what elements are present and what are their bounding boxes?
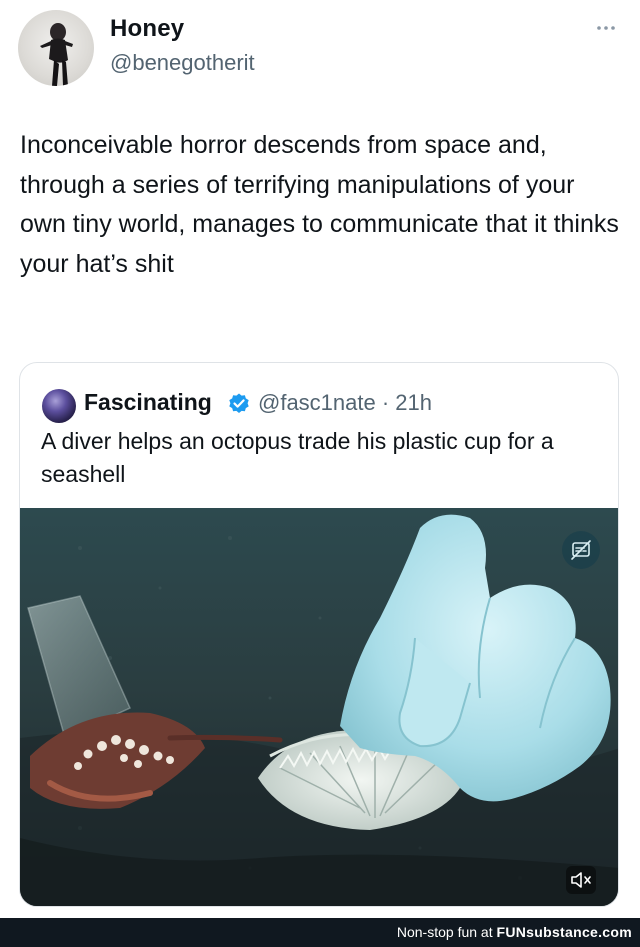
quote-text: A diver helps an octopus trade his plast… bbox=[41, 428, 554, 487]
watermark-bar: Non-stop fun at FUNsubstance.com bbox=[0, 918, 640, 947]
author-handle[interactable]: @benegotherit bbox=[110, 50, 255, 76]
tweet-card: Honey @benegotherit Inconceivable horror… bbox=[0, 0, 640, 918]
verified-icon bbox=[227, 392, 251, 416]
tweet-text: Inconceivable horror descends from space… bbox=[20, 131, 619, 278]
quote-avatar[interactable] bbox=[42, 389, 76, 423]
more-icon[interactable] bbox=[592, 18, 620, 38]
quote-author-name[interactable]: Fascinating bbox=[84, 389, 212, 416]
mute-icon[interactable] bbox=[566, 866, 596, 894]
quoted-tweet[interactable]: Fascinating @fasc1nate · 21h A diver hel… bbox=[19, 362, 619, 907]
author-name[interactable]: Honey bbox=[110, 15, 184, 43]
alt-badge-icon[interactable] bbox=[562, 531, 600, 569]
avatar[interactable] bbox=[18, 10, 94, 86]
video-frame bbox=[20, 508, 618, 906]
quote-author-handle[interactable]: @fasc1nate · 21h bbox=[258, 390, 432, 416]
watermark-text: Non-stop fun at FUNsubstance.com bbox=[397, 924, 632, 940]
watermark-brand[interactable]: FUNsubstance.com bbox=[497, 924, 633, 940]
watermark-tagline: Non-stop fun at bbox=[396, 924, 493, 940]
video-player[interactable] bbox=[20, 508, 618, 906]
